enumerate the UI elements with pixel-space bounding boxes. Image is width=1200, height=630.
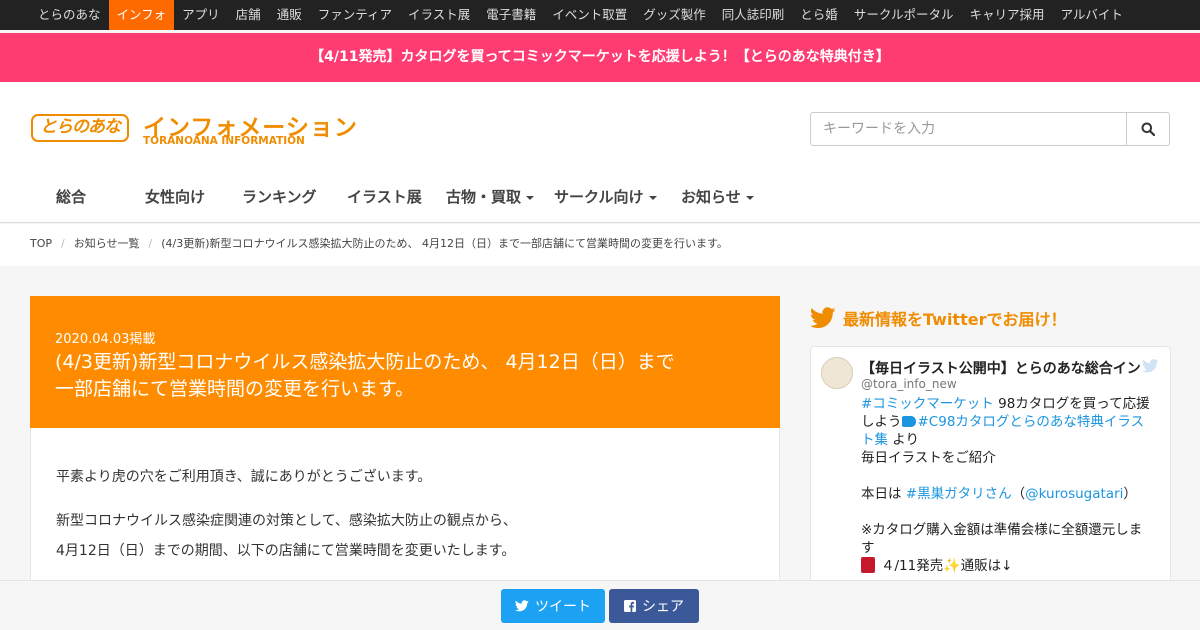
topnav-illust-exhibit[interactable]: イラスト展	[400, 0, 478, 30]
tweet-author-handle[interactable]: @tora_info_new	[861, 377, 957, 391]
twitter-bird-icon	[810, 307, 836, 329]
toranoana-logo[interactable]: とらのあな	[31, 114, 129, 142]
mention-link[interactable]: @kurosugatari	[1025, 486, 1123, 502]
article-paragraph: 新型コロナウイルス感染症関連の対策として、感染拡大防止の観点から、	[56, 513, 517, 529]
topnav-info[interactable]: インフォ	[108, 0, 175, 30]
tweet-fragment: 通販は↓	[960, 558, 1013, 574]
search-button[interactable]	[1127, 112, 1170, 146]
breadcrumb-current: (4/3更新)新型コロナウイルス感染拡大防止のため、 4月12日（日）まで一部店…	[161, 237, 728, 250]
tweet-fragment: ）	[1123, 486, 1137, 502]
twitter-bird-icon	[515, 600, 529, 612]
tweet-button[interactable]: ツイート	[501, 589, 605, 623]
caret-down-icon	[745, 195, 754, 200]
breadcrumb: TOP / お知らせ一覧 / (4/3更新)新型コロナウイルス感染拡大防止のため、 4月…	[0, 224, 1200, 266]
article-body: 平素より虎の穴をご利用頂き、誠にありがとうございます。 新型コロナウイルス感染症…	[30, 428, 780, 588]
tweet-line: #コミックマーケット 98カタログを買って応援	[861, 395, 1161, 413]
article-header: 2020.04.03掲載 (4/3更新)新型コロナウイルス感染拡大防止のため、 …	[30, 296, 780, 428]
tweet-fragment: ４/11発売	[881, 558, 944, 574]
gnav-label: 女性向け	[145, 188, 206, 206]
gnav-label: ランキング	[242, 188, 317, 206]
topnav-fantia[interactable]: ファンティア	[310, 0, 400, 30]
gnav-label: イラスト展	[347, 188, 422, 206]
topnav-mailorder[interactable]: 通販	[269, 0, 310, 30]
topnav-torakon[interactable]: とら婚	[792, 0, 846, 30]
search-form	[810, 112, 1170, 146]
tweet-line: しよう #C98カタログとらのあな特典イラス	[861, 413, 1161, 431]
tweet-line: ４/11発売✨通販は↓	[861, 557, 1161, 575]
twitter-section-heading: 最新情報をTwitterでお届け！	[810, 306, 1066, 330]
twitter-timeline-card: 【毎日イラスト公開中】とらのあな総合イン @tora_info_new #コミッ…	[810, 346, 1171, 586]
tweet-line: ト集 より	[861, 431, 1161, 449]
article-paragraph: 平素より虎の穴をご利用頂き、誠にありがとうございます。	[56, 469, 432, 485]
breadcrumb-top[interactable]: TOP	[30, 237, 52, 250]
facebook-share-button[interactable]: シェア	[609, 589, 699, 623]
tweet-line: 本日は #黒巣ガタリさん（@kurosugatari）	[861, 485, 1161, 503]
tweet-fragment: 本日は	[861, 486, 906, 502]
megaphone-icon	[901, 416, 916, 427]
gnav-illust-exhibit[interactable]: イラスト展	[347, 186, 422, 207]
hashtag-link[interactable]: #C98カタログとらのあな特典イラス	[918, 414, 1145, 430]
breadcrumb-news-list[interactable]: お知らせ一覧	[74, 237, 140, 250]
top-navigation-bar: とらのあな インフォ アプリ 店舗 通販 ファンティア イラスト展 電子書籍 イ…	[0, 0, 1200, 30]
article-title-line: (4/3更新)新型コロナウイルス感染拡大防止のため、 4月12日（日）まで	[55, 351, 675, 373]
gnav-news[interactable]: お知らせ	[681, 186, 754, 207]
gnav-ranking[interactable]: ランキング	[242, 186, 317, 207]
tweet-fragment: より	[888, 432, 920, 448]
tweet-text: #コミックマーケット 98カタログを買って応援 しよう #C98カタログとらのあな…	[861, 395, 1161, 575]
gnav-label: 総合	[56, 188, 87, 206]
tweet-button-label: ツイート	[535, 599, 591, 615]
hashtag-link-continuation[interactable]: ト集	[861, 432, 888, 448]
site-subtitle: TORANOANA INFORMATION	[143, 135, 305, 147]
gnav-circle[interactable]: サークル向け	[554, 186, 657, 207]
article-paragraph: 4月12日（日）までの期間、以下の店舗にて営業時間を変更いたします。	[56, 543, 516, 559]
article-date: 2020.04.03掲載	[55, 332, 156, 347]
caret-down-icon	[648, 195, 657, 200]
article-title-line: 一部店舗にて営業時間の変更を行います。	[55, 378, 415, 400]
topnav-store[interactable]: 店舗	[228, 0, 269, 30]
gnav-female[interactable]: 女性向け	[145, 186, 205, 207]
topnav-circle-portal[interactable]: サークルポータル	[846, 0, 962, 30]
site-header: とらのあな インフォメーション TORANOANA INFORMATION 総合…	[0, 82, 1200, 223]
topnav-toranoana[interactable]: とらのあな	[30, 0, 109, 30]
search-icon	[1141, 122, 1155, 136]
breadcrumb-separator: /	[61, 237, 65, 250]
topnav-doujin-print[interactable]: 同人誌印刷	[714, 0, 793, 30]
twitter-logo-icon[interactable]	[1142, 359, 1159, 373]
topnav-ebooks[interactable]: 電子書籍	[478, 0, 544, 30]
avatar[interactable]	[821, 357, 853, 389]
tweet-line: ※カタログ購入金額は準備会様に全額還元しま	[861, 522, 1143, 538]
promo-banner[interactable]: 【4/11発売】カタログを買ってコミックマーケットを応援しよう！【とらのあな特典…	[0, 33, 1200, 82]
breadcrumb-separator: /	[148, 237, 153, 250]
sparkles-icon: ✨	[943, 558, 961, 574]
tweet-fragment: 98カタログを買って応援	[993, 396, 1150, 412]
gnav-label: お知らせ	[681, 188, 741, 206]
tweet-line: す	[861, 540, 875, 556]
tweet-fragment: （	[1011, 486, 1026, 502]
hashtag-link[interactable]: #コミックマーケット	[861, 396, 994, 412]
topnav-career[interactable]: キャリア採用	[961, 0, 1052, 30]
share-bar: ツイート シェア	[0, 580, 1200, 630]
gnav-general[interactable]: 総合	[56, 186, 86, 207]
twitter-heading-text: 最新情報をTwitterでお届け！	[843, 310, 1067, 329]
topnav-goods-production[interactable]: グッズ製作	[635, 0, 714, 30]
article-title: (4/3更新)新型コロナウイルス感染拡大防止のため、 4月12日（日）まで 一部…	[55, 349, 755, 403]
topnav-event-reserve[interactable]: イベント取置	[544, 0, 635, 30]
tweet-author-name[interactable]: 【毎日イラスト公開中】とらのあな総合イン	[861, 358, 1141, 378]
tweet-line: 毎日イラストをご紹介	[861, 450, 996, 466]
share-button-label: シェア	[642, 599, 684, 615]
gnav-antique-buyback[interactable]: 古物・買取	[446, 186, 535, 207]
hashtag-link[interactable]: #黒巣ガタリさん	[906, 486, 1012, 502]
topnav-parttime[interactable]: アルバイト	[1052, 0, 1130, 30]
facebook-icon	[624, 600, 636, 612]
red-book-icon	[861, 557, 875, 573]
search-input[interactable]	[810, 112, 1127, 146]
caret-down-icon	[526, 195, 535, 200]
topnav-app[interactable]: アプリ	[174, 0, 228, 30]
gnav-label: 古物・買取	[446, 188, 522, 206]
tweet-fragment: しよう	[861, 414, 902, 430]
gnav-label: サークル向け	[554, 188, 644, 206]
